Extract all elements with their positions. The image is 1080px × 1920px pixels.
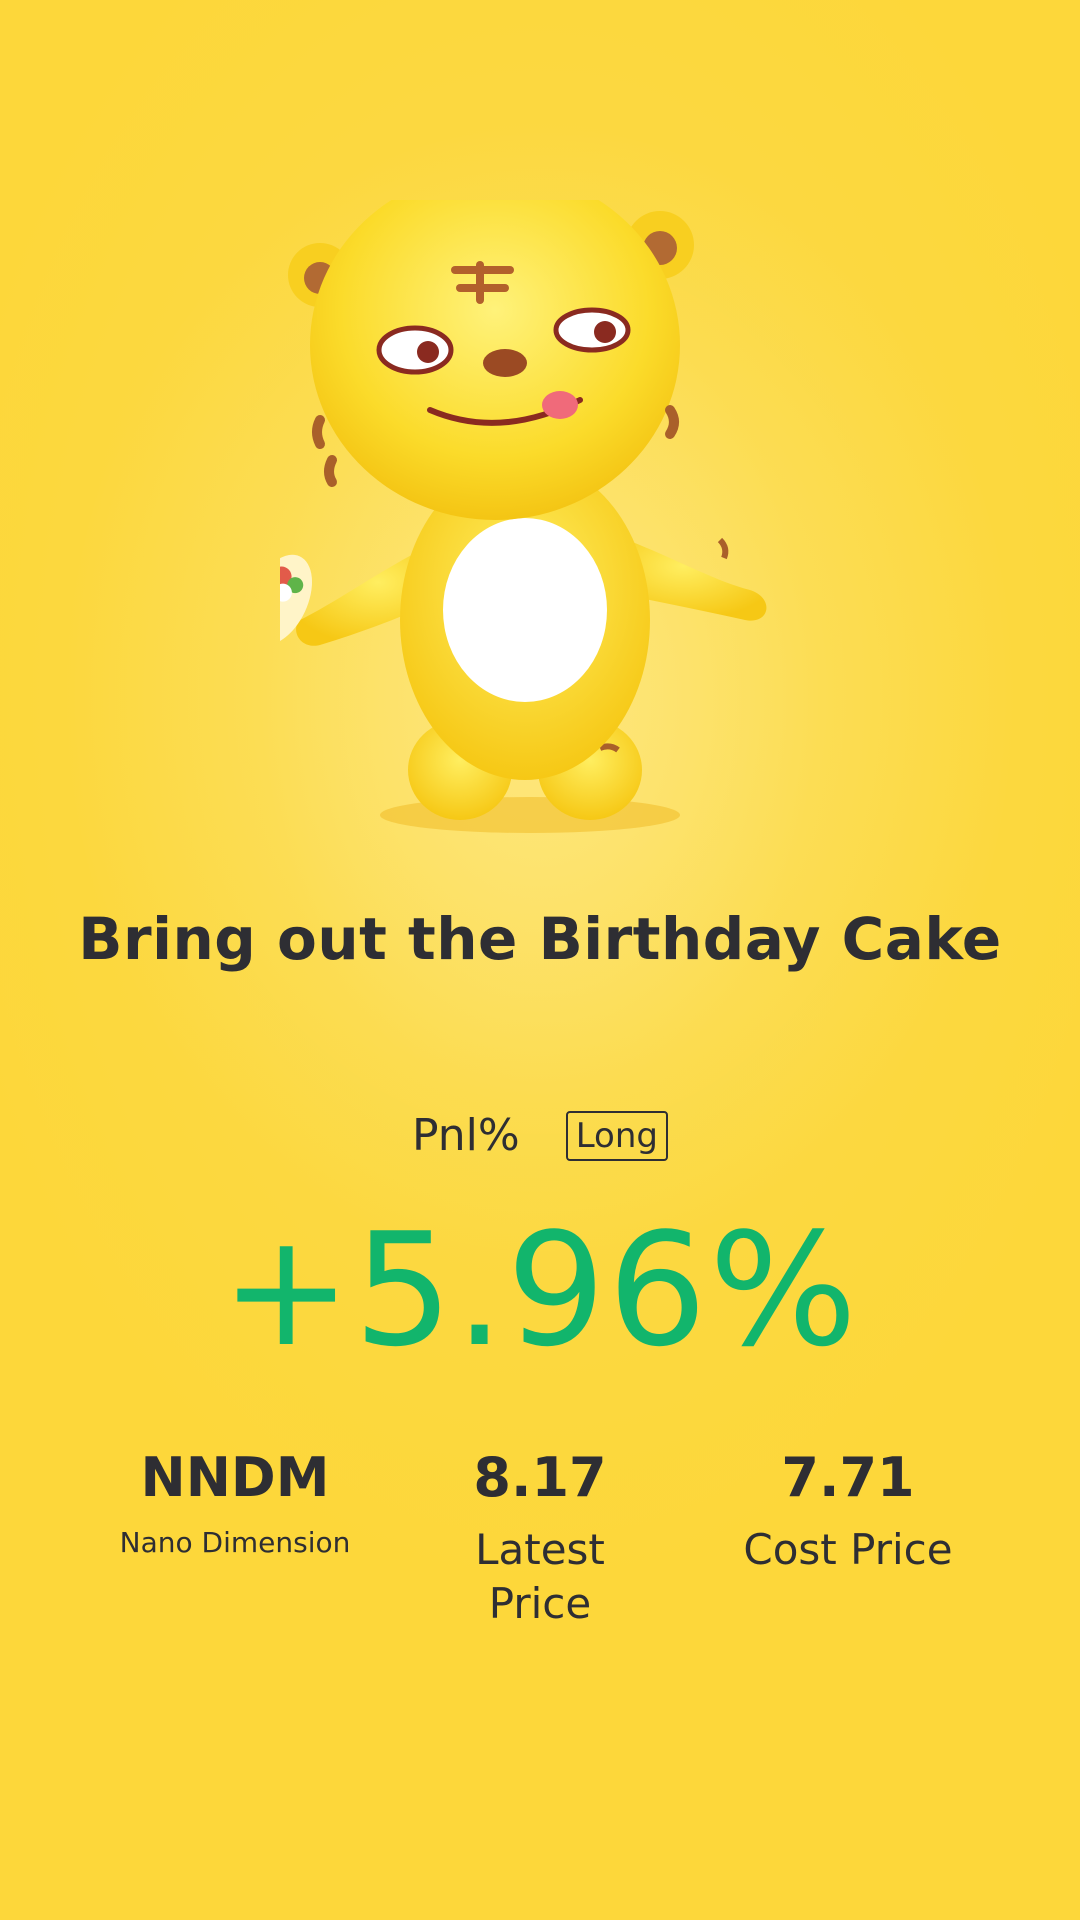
stock-symbol: NNDM	[140, 1446, 330, 1509]
stat-symbol: NNDM Nano Dimension	[75, 1445, 395, 1561]
page-title: Bring out the Birthday Cake	[78, 905, 1002, 973]
stat-latest-price: 8.17 Latest Price	[380, 1445, 700, 1631]
tiger-mascot-icon	[247, 170, 840, 860]
stats-row: NNDM Nano Dimension 8.17 Latest Price 7.…	[0, 1445, 1080, 1685]
pnl-value: +5.96%	[220, 1199, 860, 1381]
pnl-label: Pnl%	[412, 1110, 520, 1161]
stock-name: Nano Dimension	[119, 1526, 351, 1559]
stat-cost-price: 7.71 Cost Price	[688, 1445, 1008, 1577]
latest-price-value: 8.17	[473, 1446, 607, 1509]
cost-price-label: Cost Price	[743, 1525, 953, 1574]
pnl-header: Pnl% Long	[0, 1110, 1080, 1161]
position-badge: Long	[565, 1110, 668, 1161]
latest-price-label: Latest Price	[475, 1525, 605, 1628]
cost-price-value: 7.71	[781, 1446, 915, 1509]
